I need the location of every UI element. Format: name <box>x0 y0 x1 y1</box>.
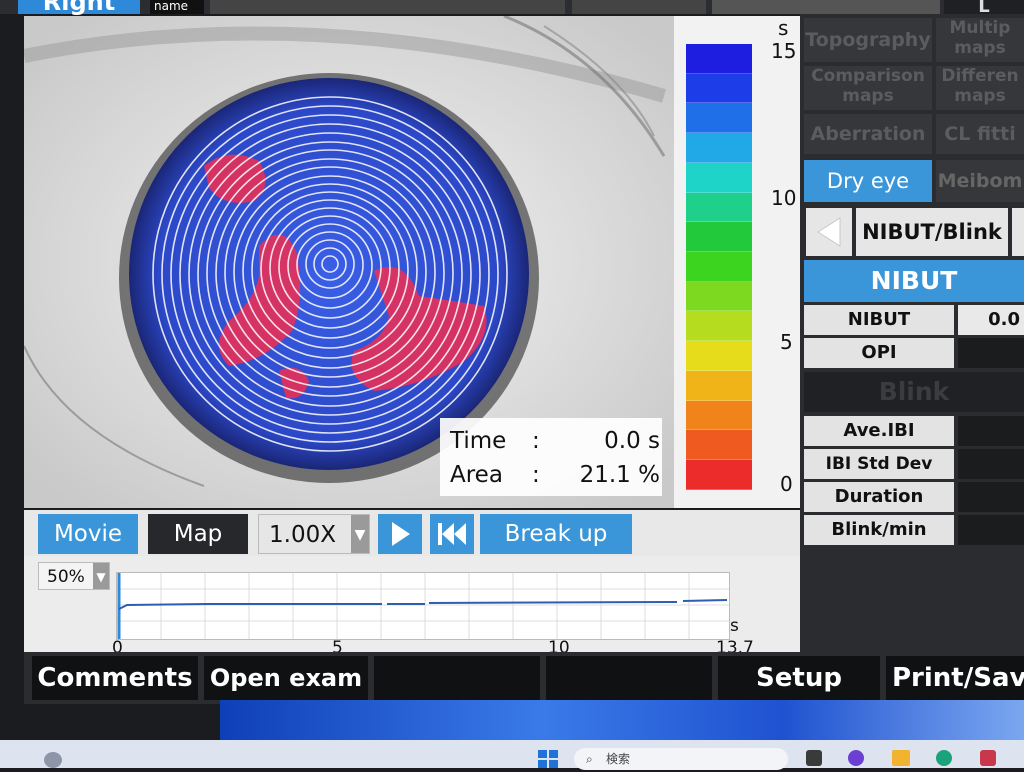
scale-swatch <box>686 133 752 163</box>
ave-ibi-label: Ave.IBI <box>804 416 954 446</box>
mode-selector[interactable]: NIBUT/Blink <box>856 208 1008 256</box>
scale-swatch <box>686 281 752 312</box>
play-button[interactable] <box>378 514 422 554</box>
menu-meibom[interactable]: Meibom <box>936 160 1024 202</box>
rewind-icon <box>438 523 466 545</box>
top-right-eye-label[interactable]: L <box>944 0 1024 16</box>
patient-name-label: name <box>150 0 204 14</box>
top-field <box>210 0 565 14</box>
scale-unit: s <box>778 16 789 40</box>
nibut-value: 0.0 <box>958 305 1024 335</box>
time-value: 0.0 s <box>604 428 660 454</box>
setup-button[interactable]: Setup <box>718 656 880 700</box>
chevron-down-icon: ▼ <box>93 563 109 589</box>
speed-value: 1.00X <box>269 522 336 548</box>
opi-value <box>958 338 1024 368</box>
color-scale-bar <box>686 44 752 490</box>
blink-per-min-label: Blink/min <box>804 515 954 545</box>
zoom-value: 50% <box>47 567 85 587</box>
area-value: 21.1 % <box>579 462 660 488</box>
task-view-icon[interactable] <box>806 750 822 766</box>
scale-swatch <box>686 430 752 461</box>
scale-swatch <box>686 103 752 134</box>
function-slot-empty[interactable] <box>546 656 712 700</box>
timeline-graph[interactable] <box>116 572 730 640</box>
menu-topography[interactable]: Topography <box>804 18 932 62</box>
menu-comparison-maps[interactable]: Comparison maps <box>804 66 932 110</box>
open-exam-button[interactable]: Open exam <box>204 656 368 700</box>
widgets-icon[interactable] <box>44 752 62 768</box>
store-icon[interactable] <box>980 750 996 766</box>
duration-value <box>958 482 1024 512</box>
comments-button[interactable]: Comments <box>32 656 198 700</box>
next-mode-button[interactable] <box>1012 208 1024 256</box>
function-slot-empty[interactable] <box>374 656 540 700</box>
scale-tick-15: 15 <box>771 39 797 63</box>
eye-side-tab[interactable]: Right <box>18 0 140 16</box>
area-separator: : <box>532 462 540 488</box>
map-button[interactable]: Map <box>148 514 248 554</box>
scale-swatch <box>686 192 752 223</box>
taskbar-search[interactable]: ⌕ 検索 <box>574 748 788 770</box>
chat-icon[interactable] <box>848 750 864 766</box>
desktop-wallpaper <box>220 700 1024 740</box>
zoom-select[interactable]: 50% ▼ <box>38 562 110 590</box>
scale-tick-5: 5 <box>780 330 793 354</box>
measurement-readout: Time : 0.0 s Area : 21.1 % <box>440 418 662 496</box>
timeline-unit: s <box>730 616 739 636</box>
blink-per-min-value <box>958 515 1024 545</box>
folder-icon[interactable] <box>892 750 910 766</box>
scale-swatch <box>686 44 752 74</box>
menu-aberration[interactable]: Aberration <box>804 114 932 154</box>
blink-section-header: Blink <box>804 372 1024 412</box>
scale-swatch <box>686 400 752 431</box>
breakup-button[interactable]: Break up <box>480 514 632 554</box>
scale-swatch <box>686 222 752 253</box>
opi-label: OPI <box>804 338 954 368</box>
scale-tick-10: 10 <box>771 186 797 210</box>
menu-dry-eye[interactable]: Dry eye <box>804 160 932 202</box>
browser-icon[interactable] <box>936 750 952 766</box>
rewind-button[interactable] <box>430 514 474 554</box>
chevron-down-icon: ▼ <box>351 515 369 553</box>
scale-swatch <box>686 311 752 342</box>
scale-swatch <box>686 252 752 282</box>
area-label: Area <box>450 462 503 488</box>
chevron-left-icon <box>817 217 841 247</box>
nibut-label: NIBUT <box>804 305 954 335</box>
movie-button[interactable]: Movie <box>38 514 138 554</box>
start-icon[interactable] <box>538 750 558 768</box>
menu-multiple-maps[interactable]: Multip maps <box>936 18 1024 62</box>
menu-cl-fitting[interactable]: CL fitti <box>936 114 1024 154</box>
prev-mode-button[interactable] <box>806 208 852 256</box>
scale-swatch <box>686 341 752 371</box>
top-field <box>712 0 940 14</box>
search-placeholder: 検索 <box>606 752 631 766</box>
search-icon: ⌕ <box>586 752 593 766</box>
breakup-curve <box>117 573 729 639</box>
menu-difference-maps[interactable]: Differen maps <box>936 66 1024 110</box>
speed-select[interactable]: 1.00X ▼ <box>258 514 370 554</box>
top-field <box>572 0 706 14</box>
duration-label: Duration <box>804 482 954 512</box>
ibi-std-dev-value <box>958 449 1024 479</box>
ibi-std-dev-label: IBI Std Dev <box>804 449 954 479</box>
scale-swatch <box>686 460 752 490</box>
play-icon <box>392 522 410 546</box>
print-save-button[interactable]: Print/Sav <box>886 656 1024 700</box>
time-separator: : <box>532 428 540 454</box>
time-label: Time <box>450 428 507 454</box>
scale-swatch <box>686 370 752 401</box>
nibut-section-header: NIBUT <box>804 260 1024 302</box>
taskbar: ⌕ 検索 <box>0 740 1024 770</box>
scale-swatch <box>686 162 752 193</box>
scale-swatch <box>686 73 752 104</box>
ave-ibi-value <box>958 416 1024 446</box>
scale-tick-0: 0 <box>780 472 793 496</box>
